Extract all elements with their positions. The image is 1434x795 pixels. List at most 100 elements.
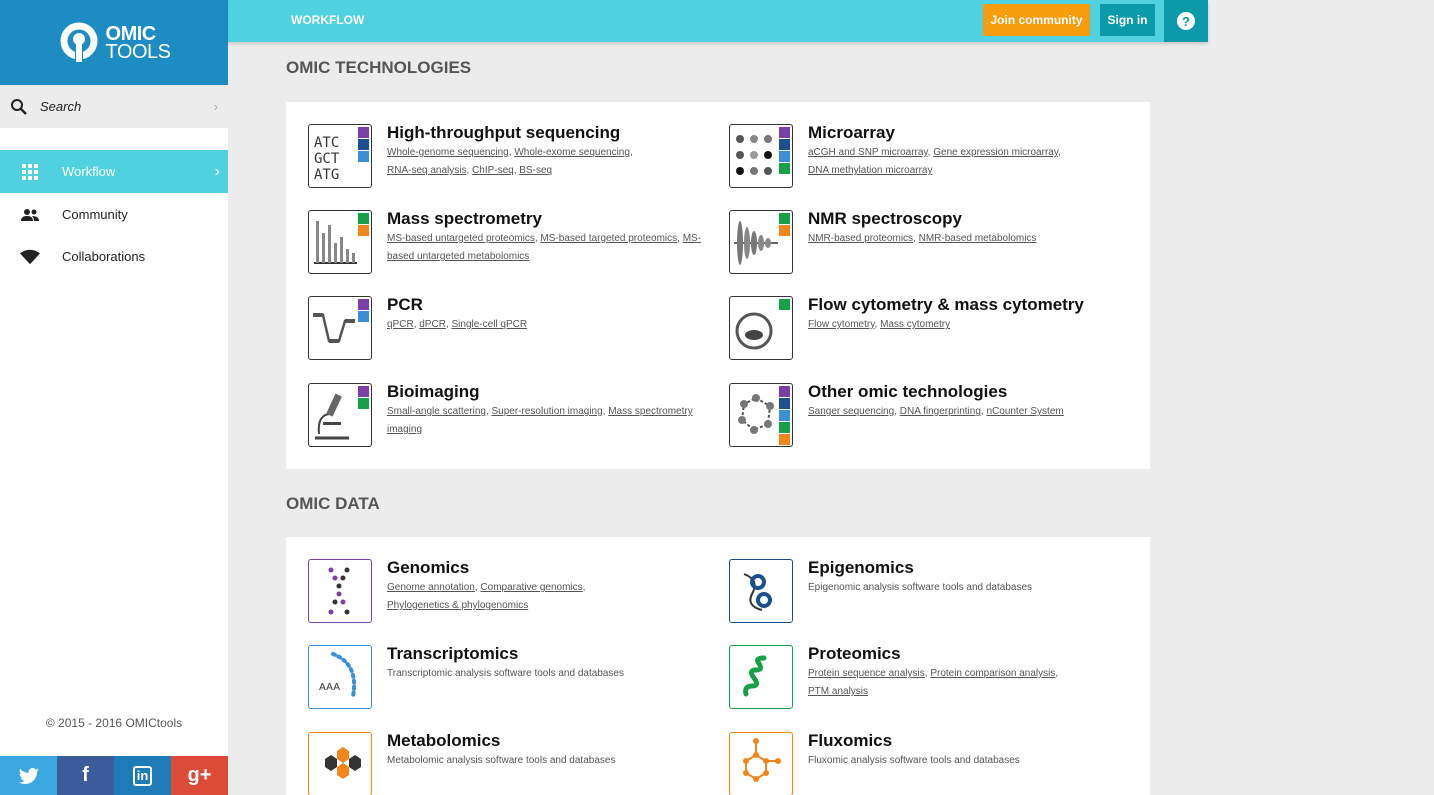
sidebar-item-label: Community [62,207,128,222]
tech-item-other[interactable]: Other omic technologies Sanger sequencin… [729,382,1149,453]
item-links: Whole-genome sequencing, Whole-exome seq… [387,147,633,176]
link[interactable]: MS-based targeted proteomics [540,233,677,244]
sidebar-item-community[interactable]: Community [0,193,228,236]
mass-spectrum-icon [308,210,372,274]
item-title: Microarray [808,123,895,142]
link[interactable]: RNA-seq analysis [387,165,466,176]
nucleosome-icon [729,559,793,623]
link[interactable]: dPCR [419,319,446,330]
link[interactable]: aCGH and SNP microarray [808,147,928,158]
flux-network-icon [729,732,793,795]
linkedin-icon: in [132,765,153,786]
category-tabs [358,299,369,323]
nmr-spectrum-icon [729,210,793,274]
tech-item-flow-cytometry[interactable]: Flow cytometry & mass cytometry Flow cyt… [729,295,1149,366]
search-icon [11,98,27,115]
copyright: © 2015 - 2016 OMICtools [45,716,183,730]
link[interactable]: Gene expression microarray [933,147,1058,158]
category-tabs [779,127,790,175]
googleplus-icon: g+ [187,764,212,786]
item-links: Sanger sequencing, DNA fingerprinting, n… [808,406,1064,417]
link[interactable]: PTM analysis [808,686,868,697]
item-links: Small-angle scattering, Super-resolution… [387,406,693,435]
sidebar-search[interactable]: Search › [0,85,228,128]
data-item-epigenomics[interactable]: Epigenomics Epigenomic analysis software… [729,558,1149,629]
tech-item-pcr[interactable]: PCR qPCR, dPCR, Single-cell qPCR [308,295,728,366]
link[interactable]: Genome annotation [387,582,475,593]
sidebar-item-collaborations[interactable]: Collaborations [0,235,228,278]
category-tabs [358,127,369,163]
link[interactable]: Single-cell qPCR [452,319,528,330]
microscope-icon [308,383,372,447]
join-community-button[interactable]: Join community [983,4,1090,36]
help-icon: ? [1177,12,1195,30]
sidebar: OMIC TOOLS Search › Workflow › Community… [0,0,228,795]
facebook-button[interactable]: f [57,756,114,795]
link[interactable]: qPCR [387,319,414,330]
link[interactable]: Whole-exome sequencing [514,147,630,158]
help-button[interactable]: ? [1164,0,1208,42]
svg-text:ATG: ATG [314,167,339,183]
link[interactable]: Protein sequence analysis [808,668,925,679]
molecule-ring-icon [729,383,793,447]
item-title: Metabolomics [387,731,501,750]
svg-text:ATC: ATC [314,135,339,151]
section-title-data: OMIC DATA [286,494,380,513]
tech-item-bioimaging[interactable]: Bioimaging Small-angle scattering, Super… [308,382,728,453]
item-links: aCGH and SNP microarray, Gene expression… [808,147,1061,176]
link[interactable]: ChIP-seq [472,165,514,176]
section-title-technologies: OMIC TECHNOLOGIES [286,58,472,77]
link[interactable]: BS-seq [519,165,552,176]
category-tabs [779,386,790,446]
tech-item-microarray[interactable]: Microarray aCGH and SNP microarray, Gene… [729,123,1149,194]
category-tabs [358,386,369,410]
link[interactable]: Phylogenetics & phylogenomics [387,600,528,611]
link[interactable]: MS-based untargeted proteomics [387,233,535,244]
tech-item-sequencing[interactable]: ATC GCT ATG High-throughput sequencing W… [308,123,728,194]
item-links: Genome annotation, Comparative genomics,… [387,582,586,611]
link[interactable]: Mass cytometry [880,319,950,330]
sidebar-item-label: Workflow [62,164,116,179]
cytometry-icon [729,296,793,360]
link[interactable]: Comparative genomics [480,582,582,593]
tech-item-nmr[interactable]: NMR spectroscopy NMR-based proteomics, N… [729,209,1149,280]
sidebar-item-workflow[interactable]: Workflow › [0,150,228,193]
protein-icon [729,645,793,709]
link[interactable]: Protein comparison analysis [930,668,1055,679]
link[interactable]: Flow cytometry [808,319,875,330]
facebook-icon: f [82,764,89,786]
item-description: Fluxomic analysis software tools and dat… [808,755,1020,766]
tech-item-mass-spectrometry[interactable]: Mass spectrometry MS-based untargeted pr… [308,209,728,280]
twitter-button[interactable] [0,756,57,795]
data-item-proteomics[interactable]: Proteomics Protein sequence analysis, Pr… [729,644,1149,715]
link[interactable]: DNA fingerprinting [900,406,981,417]
category-tabs [358,213,369,237]
link[interactable]: nCounter System [986,406,1063,417]
linkedin-button[interactable]: in [114,756,171,795]
link[interactable]: Sanger sequencing [808,406,894,417]
item-title: Fluxomics [808,731,893,750]
link[interactable]: NMR-based proteomics [808,233,913,244]
data-item-metabolomics[interactable]: Metabolomics Metabolomic analysis softwa… [308,731,728,795]
data-item-transcriptomics[interactable]: AAA Transcriptomics Transcriptomic analy… [308,644,728,715]
link[interactable]: Whole-genome sequencing [387,147,509,158]
item-description: Metabolomic analysis software tools and … [387,755,616,766]
link[interactable]: Small-angle scattering [387,406,486,417]
link[interactable]: Super-resolution imaging [492,406,603,417]
link[interactable]: NMR-based metabolomics [919,233,1037,244]
item-title: Bioimaging [387,382,480,401]
data-item-genomics[interactable]: Genomics Genome annotation, Comparative … [308,558,728,629]
top-bar-title[interactable]: WORKFLOW [291,13,364,27]
logo-wordmark: OMIC TOOLS [105,22,171,63]
item-title: Other omic technologies [808,382,1008,401]
item-title: Genomics [387,558,470,577]
link[interactable]: DNA methylation microarray [808,165,932,176]
data-item-fluxomics[interactable]: Fluxomics Fluxomic analysis software too… [729,731,1149,795]
item-title: NMR spectroscopy [808,209,962,228]
item-title: Epigenomics [808,558,914,577]
item-links: MS-based untargeted proteomics, MS-based… [387,233,702,262]
logo[interactable]: OMIC TOOLS [0,0,228,85]
sign-in-button[interactable]: Sign in [1100,4,1155,36]
omictools-logo-icon [58,22,100,64]
googleplus-button[interactable]: g+ [171,756,228,795]
